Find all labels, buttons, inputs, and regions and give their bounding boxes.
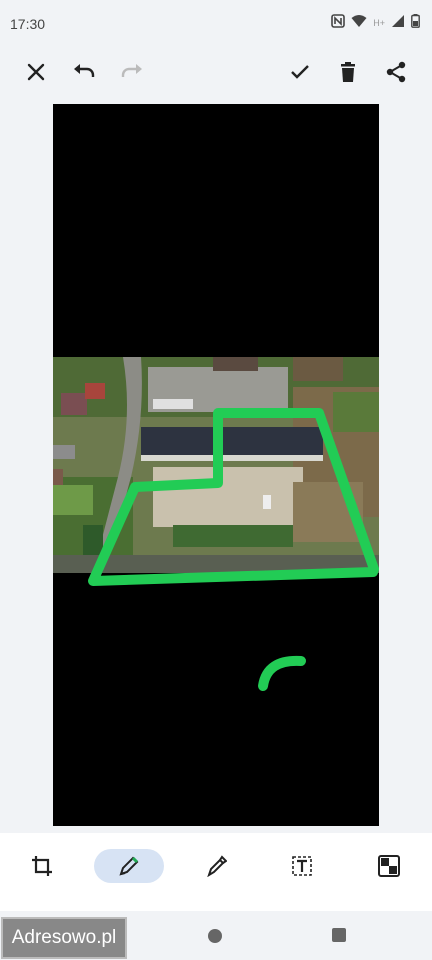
status-icons: H+ [331,14,420,31]
status-bar: 17:30 H+ [0,0,432,50]
editor-toolbar [0,50,432,92]
tool-bar [0,833,432,911]
nfc-icon [331,14,346,31]
image-canvas[interactable] [53,104,379,826]
aerial-photo [53,357,379,573]
battery-icon [411,14,420,31]
network-type-label: H+ [373,17,385,28]
share-icon[interactable] [380,56,412,88]
crop-icon[interactable] [7,849,77,883]
check-icon[interactable] [284,56,316,88]
redo-icon[interactable] [116,56,148,88]
status-time: 17:30 [10,16,46,32]
undo-icon[interactable] [68,56,100,88]
recents-button[interactable] [332,928,346,942]
home-button[interactable] [208,929,222,943]
trash-icon[interactable] [332,56,364,88]
text-icon[interactable] [267,849,337,883]
pen-icon[interactable] [94,849,164,883]
signal-icon [391,14,405,31]
close-icon[interactable] [20,56,52,88]
pixelate-icon[interactable] [354,849,424,883]
highlighter-icon[interactable] [181,849,251,883]
wifi-icon [351,14,367,31]
watermark: Adresowo.pl [1,917,127,959]
